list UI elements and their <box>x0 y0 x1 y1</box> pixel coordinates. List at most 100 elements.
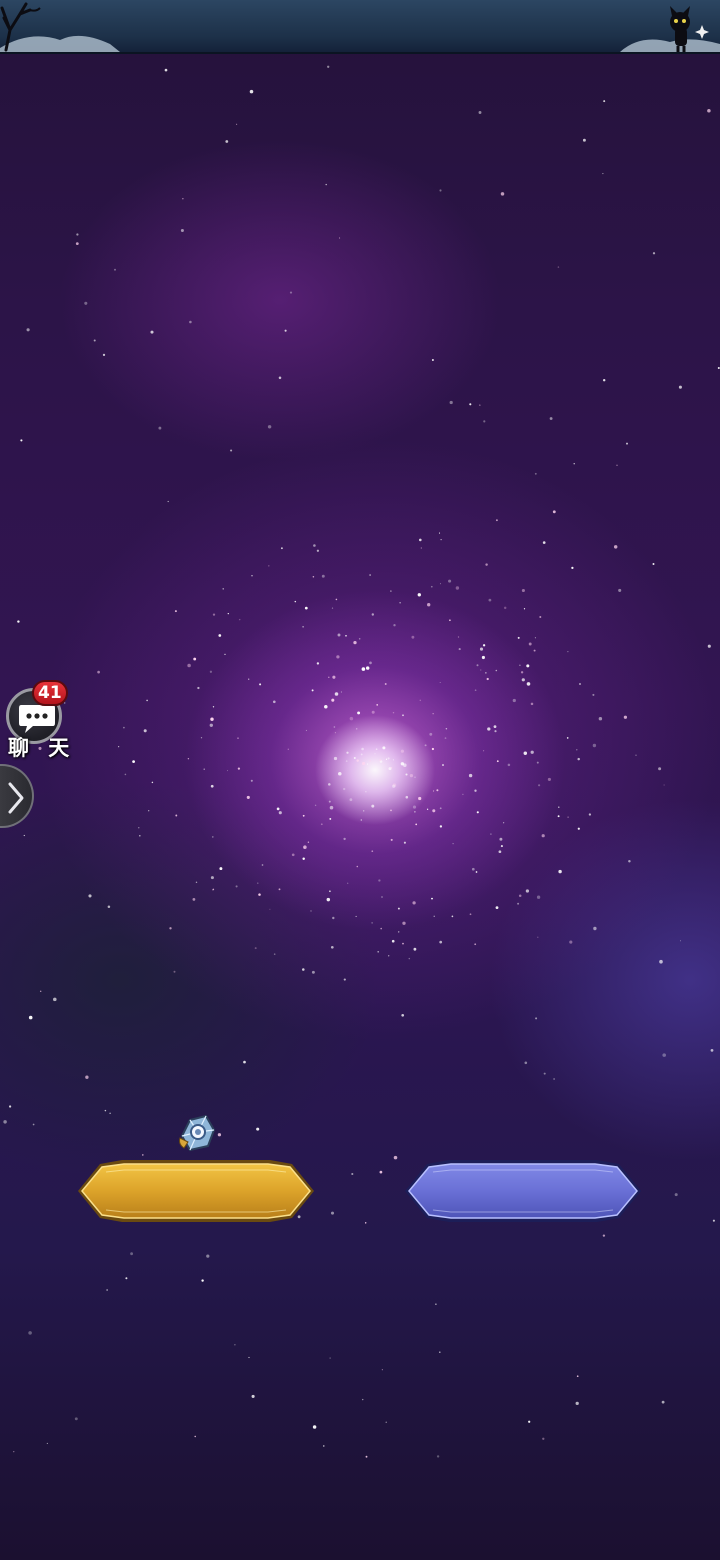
star <box>164 68 168 72</box>
star <box>139 835 141 837</box>
star <box>335 598 338 601</box>
star <box>109 1112 111 1114</box>
star <box>312 1425 317 1429</box>
star <box>390 809 392 812</box>
star <box>313 544 316 547</box>
star <box>392 759 394 761</box>
star <box>328 800 331 803</box>
star <box>362 1398 364 1401</box>
star <box>227 770 228 772</box>
star <box>618 588 622 592</box>
star <box>552 510 556 514</box>
starfield <box>3 65 720 1458</box>
star <box>356 728 358 730</box>
gold-action-button[interactable] <box>76 1158 316 1224</box>
star <box>538 784 541 787</box>
star <box>549 417 553 420</box>
star <box>417 593 421 597</box>
star <box>623 715 628 719</box>
star <box>365 666 370 670</box>
star <box>211 836 214 838</box>
star <box>174 610 177 613</box>
star <box>493 725 497 729</box>
star <box>588 813 592 816</box>
star <box>251 1394 255 1398</box>
star <box>148 810 150 812</box>
star <box>449 400 453 405</box>
star <box>358 638 361 640</box>
star <box>471 867 475 871</box>
star <box>84 301 88 305</box>
star <box>194 1435 196 1438</box>
star <box>343 978 346 981</box>
star <box>17 620 20 623</box>
star <box>387 757 390 760</box>
star <box>392 784 396 788</box>
star <box>249 89 254 94</box>
star <box>474 943 477 946</box>
star <box>415 823 418 826</box>
gold-plate <box>78 1160 314 1222</box>
star <box>557 266 560 268</box>
star <box>439 681 441 684</box>
star <box>658 767 662 771</box>
star <box>125 1277 128 1280</box>
star <box>357 711 361 715</box>
star <box>429 732 433 736</box>
blue-action-button[interactable] <box>403 1158 643 1224</box>
star <box>663 784 665 786</box>
star <box>369 661 372 665</box>
star <box>355 915 357 917</box>
star <box>28 1015 33 1020</box>
star <box>305 729 307 732</box>
star <box>494 730 497 733</box>
star <box>393 1155 398 1160</box>
black-cat-icon <box>620 6 720 52</box>
star <box>175 814 178 817</box>
star <box>602 173 604 175</box>
star <box>28 1331 32 1335</box>
star <box>661 1400 665 1404</box>
star <box>243 1060 246 1064</box>
star <box>325 183 327 186</box>
star <box>439 189 442 192</box>
star <box>93 339 96 342</box>
star <box>481 655 485 660</box>
star <box>674 1193 678 1197</box>
star <box>329 817 332 820</box>
star <box>206 1254 210 1258</box>
star <box>321 574 325 578</box>
star <box>469 913 472 916</box>
star <box>534 472 537 475</box>
star <box>332 916 335 920</box>
star <box>512 698 516 703</box>
star <box>592 693 595 696</box>
star <box>652 252 656 255</box>
star <box>106 1289 108 1291</box>
star <box>378 879 381 882</box>
star <box>519 664 521 666</box>
star <box>256 1127 260 1131</box>
star <box>353 640 357 645</box>
star <box>102 353 106 357</box>
star <box>203 768 205 770</box>
star <box>142 1154 144 1156</box>
star <box>420 547 422 549</box>
star <box>462 793 464 796</box>
star <box>280 547 283 550</box>
star <box>328 783 331 786</box>
star <box>392 711 395 714</box>
star <box>476 664 479 667</box>
star <box>230 449 233 452</box>
star <box>340 691 342 693</box>
star <box>323 1445 325 1447</box>
star <box>455 586 460 590</box>
star <box>536 895 541 899</box>
star <box>414 776 416 779</box>
star <box>439 940 443 944</box>
star <box>227 612 229 615</box>
star <box>436 789 439 792</box>
chat-button[interactable]: 41 聊 天 <box>4 680 69 760</box>
star <box>88 894 92 898</box>
star <box>444 737 447 739</box>
